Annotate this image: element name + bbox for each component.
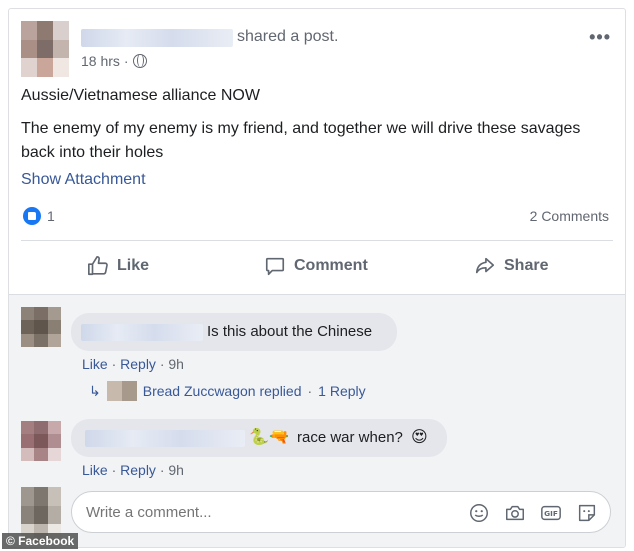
comment-reply-link[interactable]: Reply [120, 356, 156, 372]
commenter-avatar[interactable] [21, 307, 61, 347]
reply-arrow-icon: ↳ [89, 382, 101, 399]
comment-bubble: Is this about the Chinese [71, 313, 397, 351]
camera-icon[interactable] [504, 502, 526, 524]
emoji-icon[interactable] [468, 502, 490, 524]
comment-input[interactable] [86, 504, 466, 521]
author-name-redacted[interactable] [81, 29, 233, 47]
divider [21, 240, 613, 241]
globe-icon [132, 54, 147, 68]
comment-icon [265, 257, 285, 276]
snake-emoji-icon: 🐍 [249, 429, 269, 446]
comment-button-label: Comment [294, 257, 368, 274]
like-button[interactable]: Like [87, 255, 149, 277]
view-replies[interactable]: ↳ Bread Zuccwagon replied · 1 Reply [89, 381, 366, 401]
share-button-label: Share [504, 257, 549, 274]
heart-eyes-emoji-icon: 😍 [411, 429, 428, 446]
comment-composer[interactable]: GIF [71, 491, 611, 533]
composer-icons: GIF [468, 502, 598, 524]
show-attachment-link[interactable]: Show Attachment [21, 171, 146, 189]
post-text-line2: The enemy of my enemy is my friend, and … [21, 120, 581, 161]
post-text-line1: Aussie/Vietnamese alliance NOW [21, 87, 260, 104]
photo-credit: © Facebook [2, 533, 79, 549]
comment-meta: Like · Reply · 9h [82, 462, 184, 478]
comment-button[interactable]: Comment [264, 255, 368, 277]
comment-text: race war when? [297, 429, 403, 446]
gif-icon[interactable]: GIF [540, 502, 562, 524]
comment-time[interactable]: 9h [168, 356, 184, 372]
commenter-name-redacted[interactable] [81, 324, 203, 341]
reply-count-link[interactable]: 1 Reply [318, 383, 365, 399]
commenter-name-redacted[interactable] [85, 430, 245, 447]
comment-text: Is this about the Chinese [207, 323, 373, 340]
sticker-icon[interactable] [576, 502, 598, 524]
post-timestamp[interactable]: 18 hrs · [81, 53, 147, 69]
shared-post-text: shared a post. [237, 28, 339, 45]
thumbs-up-icon [88, 256, 108, 276]
comment-like-link[interactable]: Like [82, 462, 108, 478]
comments-count[interactable]: 2 Comments [530, 208, 609, 224]
water-gun-emoji-icon: 🔫 [269, 429, 289, 446]
commenter-avatar[interactable] [21, 421, 61, 461]
like-button-label: Like [117, 257, 150, 274]
post-card: shared a post. 18 hrs · ••• Aussie/Vietn… [8, 8, 626, 548]
replied-by-text[interactable]: Bread Zuccwagon replied [143, 383, 302, 399]
like-count[interactable]: 1 [47, 208, 55, 224]
share-button[interactable]: Share [474, 255, 548, 277]
share-icon [475, 257, 495, 274]
comment-bubble: 🐍 🔫 race war when? 😍 [71, 419, 447, 457]
replier-avatar [106, 381, 137, 401]
svg-text:GIF: GIF [544, 509, 558, 518]
comment-like-link[interactable]: Like [82, 356, 108, 372]
more-options-icon[interactable]: ••• [589, 27, 611, 48]
like-reaction-icon[interactable] [23, 207, 41, 225]
comment-time[interactable]: 9h [168, 462, 184, 478]
author-avatar[interactable] [21, 21, 69, 77]
timestamp-text: 18 hrs [81, 53, 120, 69]
comment-meta: Like · Reply · 9h [82, 356, 184, 372]
comment-reply-link[interactable]: Reply [120, 462, 156, 478]
